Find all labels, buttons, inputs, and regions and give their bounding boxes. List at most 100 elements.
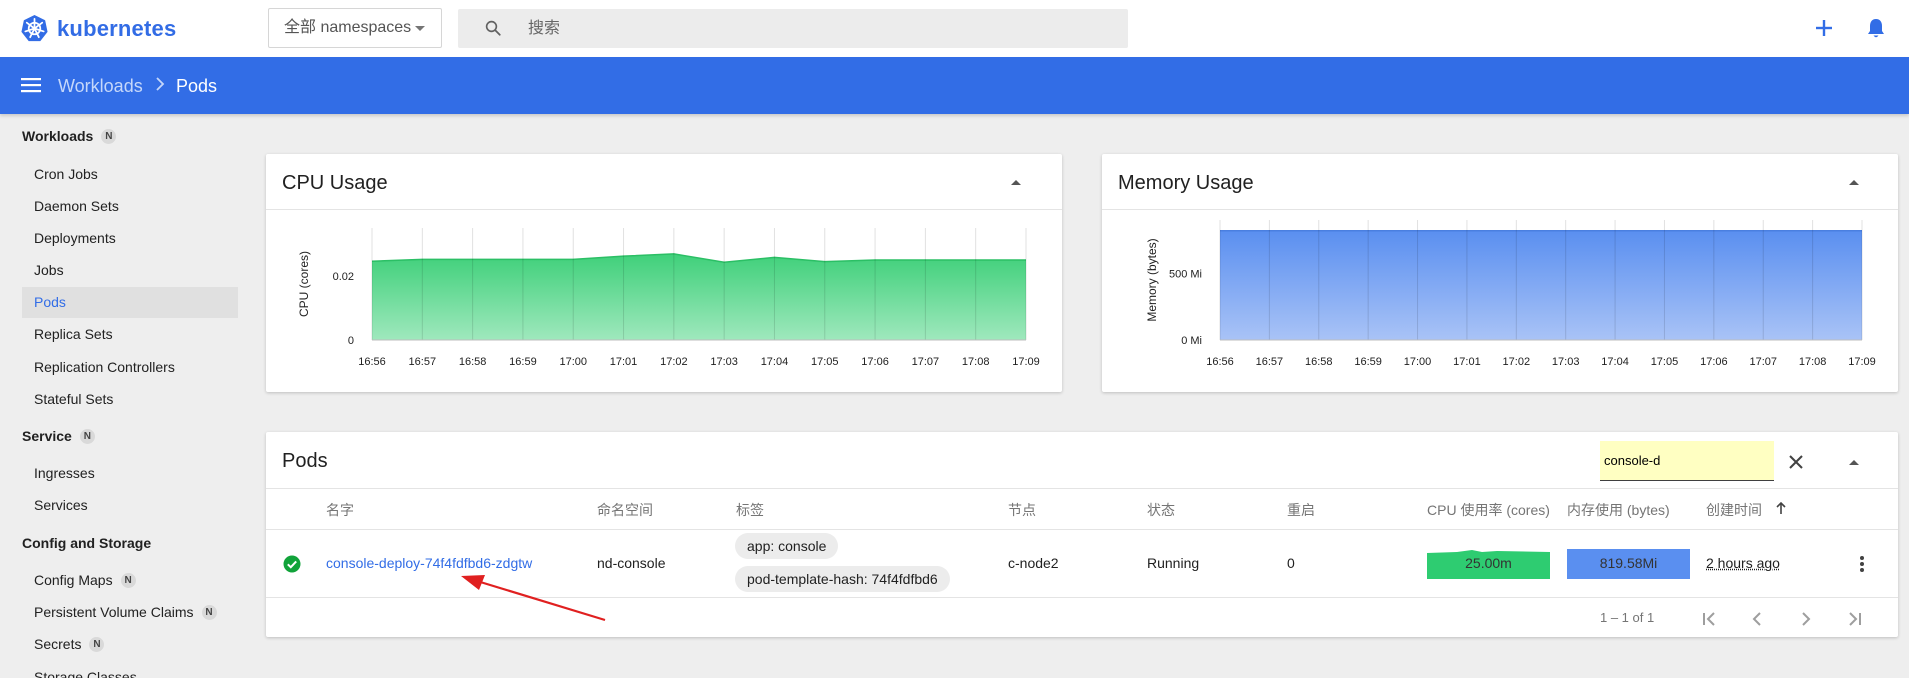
x-tick-label: 17:09	[1848, 356, 1876, 368]
cpu-usage-chart: 16:56 16:57 16:58 16:59 17:00 17:01 17:02 17:03…	[297, 228, 1040, 368]
sidebar-item-label: Deployments	[34, 230, 116, 246]
x-tick-label: 16:56	[1206, 356, 1234, 368]
x-tick-label: 17:01	[1453, 356, 1481, 368]
area-fill	[372, 253, 1026, 340]
x-tick-label: 17:03	[1552, 356, 1580, 368]
bell-icon[interactable]	[1864, 16, 1888, 40]
cpu-card-title: CPU Usage	[282, 172, 388, 194]
sidebar-item-jobs[interactable]: Jobs	[22, 255, 238, 286]
collapse-icon[interactable]	[1844, 172, 1864, 192]
sidebar-item-deployments[interactable]: Deployments	[22, 223, 238, 254]
pod-status: Running	[1147, 555, 1200, 571]
column-header-labels: 标签	[736, 502, 764, 518]
next-page-icon[interactable]	[1795, 608, 1817, 630]
sidebar-section-config-storage[interactable]: Config and Storage	[22, 535, 151, 551]
sidebar-section-title: Service	[22, 428, 72, 444]
sidebar-section-workloads[interactable]: Workloads N	[22, 128, 117, 144]
sidebar-item-stateful-sets[interactable]: Stateful Sets	[22, 384, 238, 415]
x-tick-label: 17:05	[811, 356, 839, 368]
x-tick-label: 17:07	[912, 356, 940, 368]
sidebar-item-services[interactable]: Services	[22, 490, 238, 521]
sidebar: Workloads N Cron Jobs Daemon Sets Deploy…	[0, 114, 245, 678]
previous-page-icon[interactable]	[1746, 608, 1768, 630]
pods-card-title: Pods	[282, 450, 328, 472]
sidebar-item-label: Daemon Sets	[34, 198, 119, 214]
sidebar-item-replica-sets[interactable]: Replica Sets	[22, 319, 238, 350]
sidebar-item-secrets[interactable]: Secrets N	[22, 629, 238, 660]
sidebar-item-ingresses[interactable]: Ingresses	[22, 458, 238, 489]
sidebar-item-label: Ingresses	[34, 465, 95, 481]
new-badge: N	[120, 573, 136, 588]
memory-sparkline-value: 819.58Mi	[1599, 555, 1658, 571]
sidebar-item-label: Secrets	[34, 636, 82, 652]
pods-filter-input[interactable]	[1600, 441, 1774, 481]
pod-restarts: 0	[1287, 555, 1295, 571]
x-tick-label: 16:56	[358, 356, 386, 368]
sidebar-item-storage-classes[interactable]: Storage Classes	[22, 662, 238, 678]
column-header-status: 状态	[1147, 502, 1175, 518]
last-page-icon[interactable]	[1843, 608, 1865, 630]
sidebar-item-replication-controllers[interactable]: Replication Controllers	[22, 352, 238, 383]
x-tick-label: 17:06	[1700, 356, 1728, 368]
breadcrumb-workloads[interactable]: Workloads	[58, 76, 143, 97]
x-tick-label: 17:00	[1404, 356, 1432, 368]
sidebar-section-service[interactable]: Service N	[22, 428, 95, 444]
pod-namespace: nd-console	[597, 555, 666, 571]
y-tick-label: 500 Mi	[1169, 268, 1202, 280]
cpu-usage-card: CPU Usage 16:56 16:57 16:58 16:59 17:00 17:01…	[266, 154, 1062, 392]
sidebar-section-title: Config and Storage	[22, 535, 152, 551]
x-tick-label: 17:04	[761, 356, 789, 368]
sort-arrow-up-icon[interactable]	[1774, 500, 1788, 516]
x-tick-label: 17:01	[610, 356, 638, 368]
column-header-namespace: 命名空间	[597, 502, 653, 518]
app-name: kubernetes	[57, 15, 177, 41]
column-header-created[interactable]: 创建时间	[1706, 500, 1762, 520]
check-circle-icon	[283, 555, 301, 573]
x-tick-label: 17:04	[1601, 356, 1629, 368]
sidebar-item-pods[interactable]: Pods	[22, 287, 238, 318]
new-badge: N	[201, 605, 217, 620]
x-tick-label: 17:06	[861, 356, 889, 368]
sidebar-item-label: Stateful Sets	[34, 391, 114, 407]
caret-down-icon	[415, 26, 425, 31]
kubernetes-logo[interactable]: kubernetes	[20, 14, 176, 43]
x-tick-label: 17:08	[1799, 356, 1827, 368]
pod-name-link[interactable]: console-deploy-74f4fdfbd6-zdgtw	[326, 555, 532, 571]
new-badge: N	[101, 128, 117, 144]
pod-created-time[interactable]: 2 hours ago	[1706, 555, 1780, 571]
column-header-restarts: 重启	[1287, 502, 1315, 518]
annotation-arrow-icon	[461, 575, 606, 622]
y-tick-label: 0 Mi	[1181, 335, 1202, 347]
sidebar-item-label: Pods	[34, 294, 66, 310]
memory-usage-card: Memory Usage 16:56 16:57 16:58 16:59 17:00 17…	[1102, 154, 1898, 392]
chevron-right-icon	[156, 77, 165, 91]
plus-icon[interactable]	[1812, 16, 1836, 40]
x-tick-label: 17:09	[1012, 356, 1040, 368]
first-page-icon[interactable]	[1699, 608, 1721, 630]
search-bar[interactable]	[458, 9, 1128, 48]
y-tick-label: 0.02	[333, 271, 354, 283]
y-axis-label: CPU (cores)	[297, 251, 311, 317]
namespace-select-value: 全部 namespaces	[284, 19, 412, 36]
sidebar-item-label: Jobs	[34, 262, 64, 278]
search-input[interactable]	[528, 9, 1108, 48]
collapse-icon[interactable]	[1006, 172, 1026, 192]
sidebar-item-daemon-sets[interactable]: Daemon Sets	[22, 191, 238, 222]
sidebar-item-label: Replica Sets	[34, 326, 113, 342]
namespace-select[interactable]: 全部 namespaces	[268, 8, 442, 48]
x-tick-label: 17:02	[660, 356, 688, 368]
sidebar-item-cron-jobs[interactable]: Cron Jobs	[22, 159, 238, 190]
clear-filter-icon[interactable]	[1786, 452, 1806, 472]
top-bar: kubernetes 全部 namespaces	[0, 0, 1909, 57]
sidebar-item-label: Storage Classes	[34, 669, 137, 678]
memory-sparkline: 819.58Mi	[1567, 548, 1690, 579]
collapse-icon[interactable]	[1844, 452, 1864, 472]
x-tick-label: 17:02	[1503, 356, 1531, 368]
pod-node: c-node2	[1008, 555, 1059, 571]
column-header-name[interactable]: 名字	[326, 500, 354, 520]
x-tick-label: 17:08	[962, 356, 990, 368]
menu-icon[interactable]	[20, 74, 42, 96]
sidebar-item-persistent-volume-claims[interactable]: Persistent Volume Claims N	[22, 597, 238, 628]
sidebar-item-config-maps[interactable]: Config Maps N	[22, 565, 238, 596]
more-vert-icon[interactable]	[1852, 554, 1872, 574]
